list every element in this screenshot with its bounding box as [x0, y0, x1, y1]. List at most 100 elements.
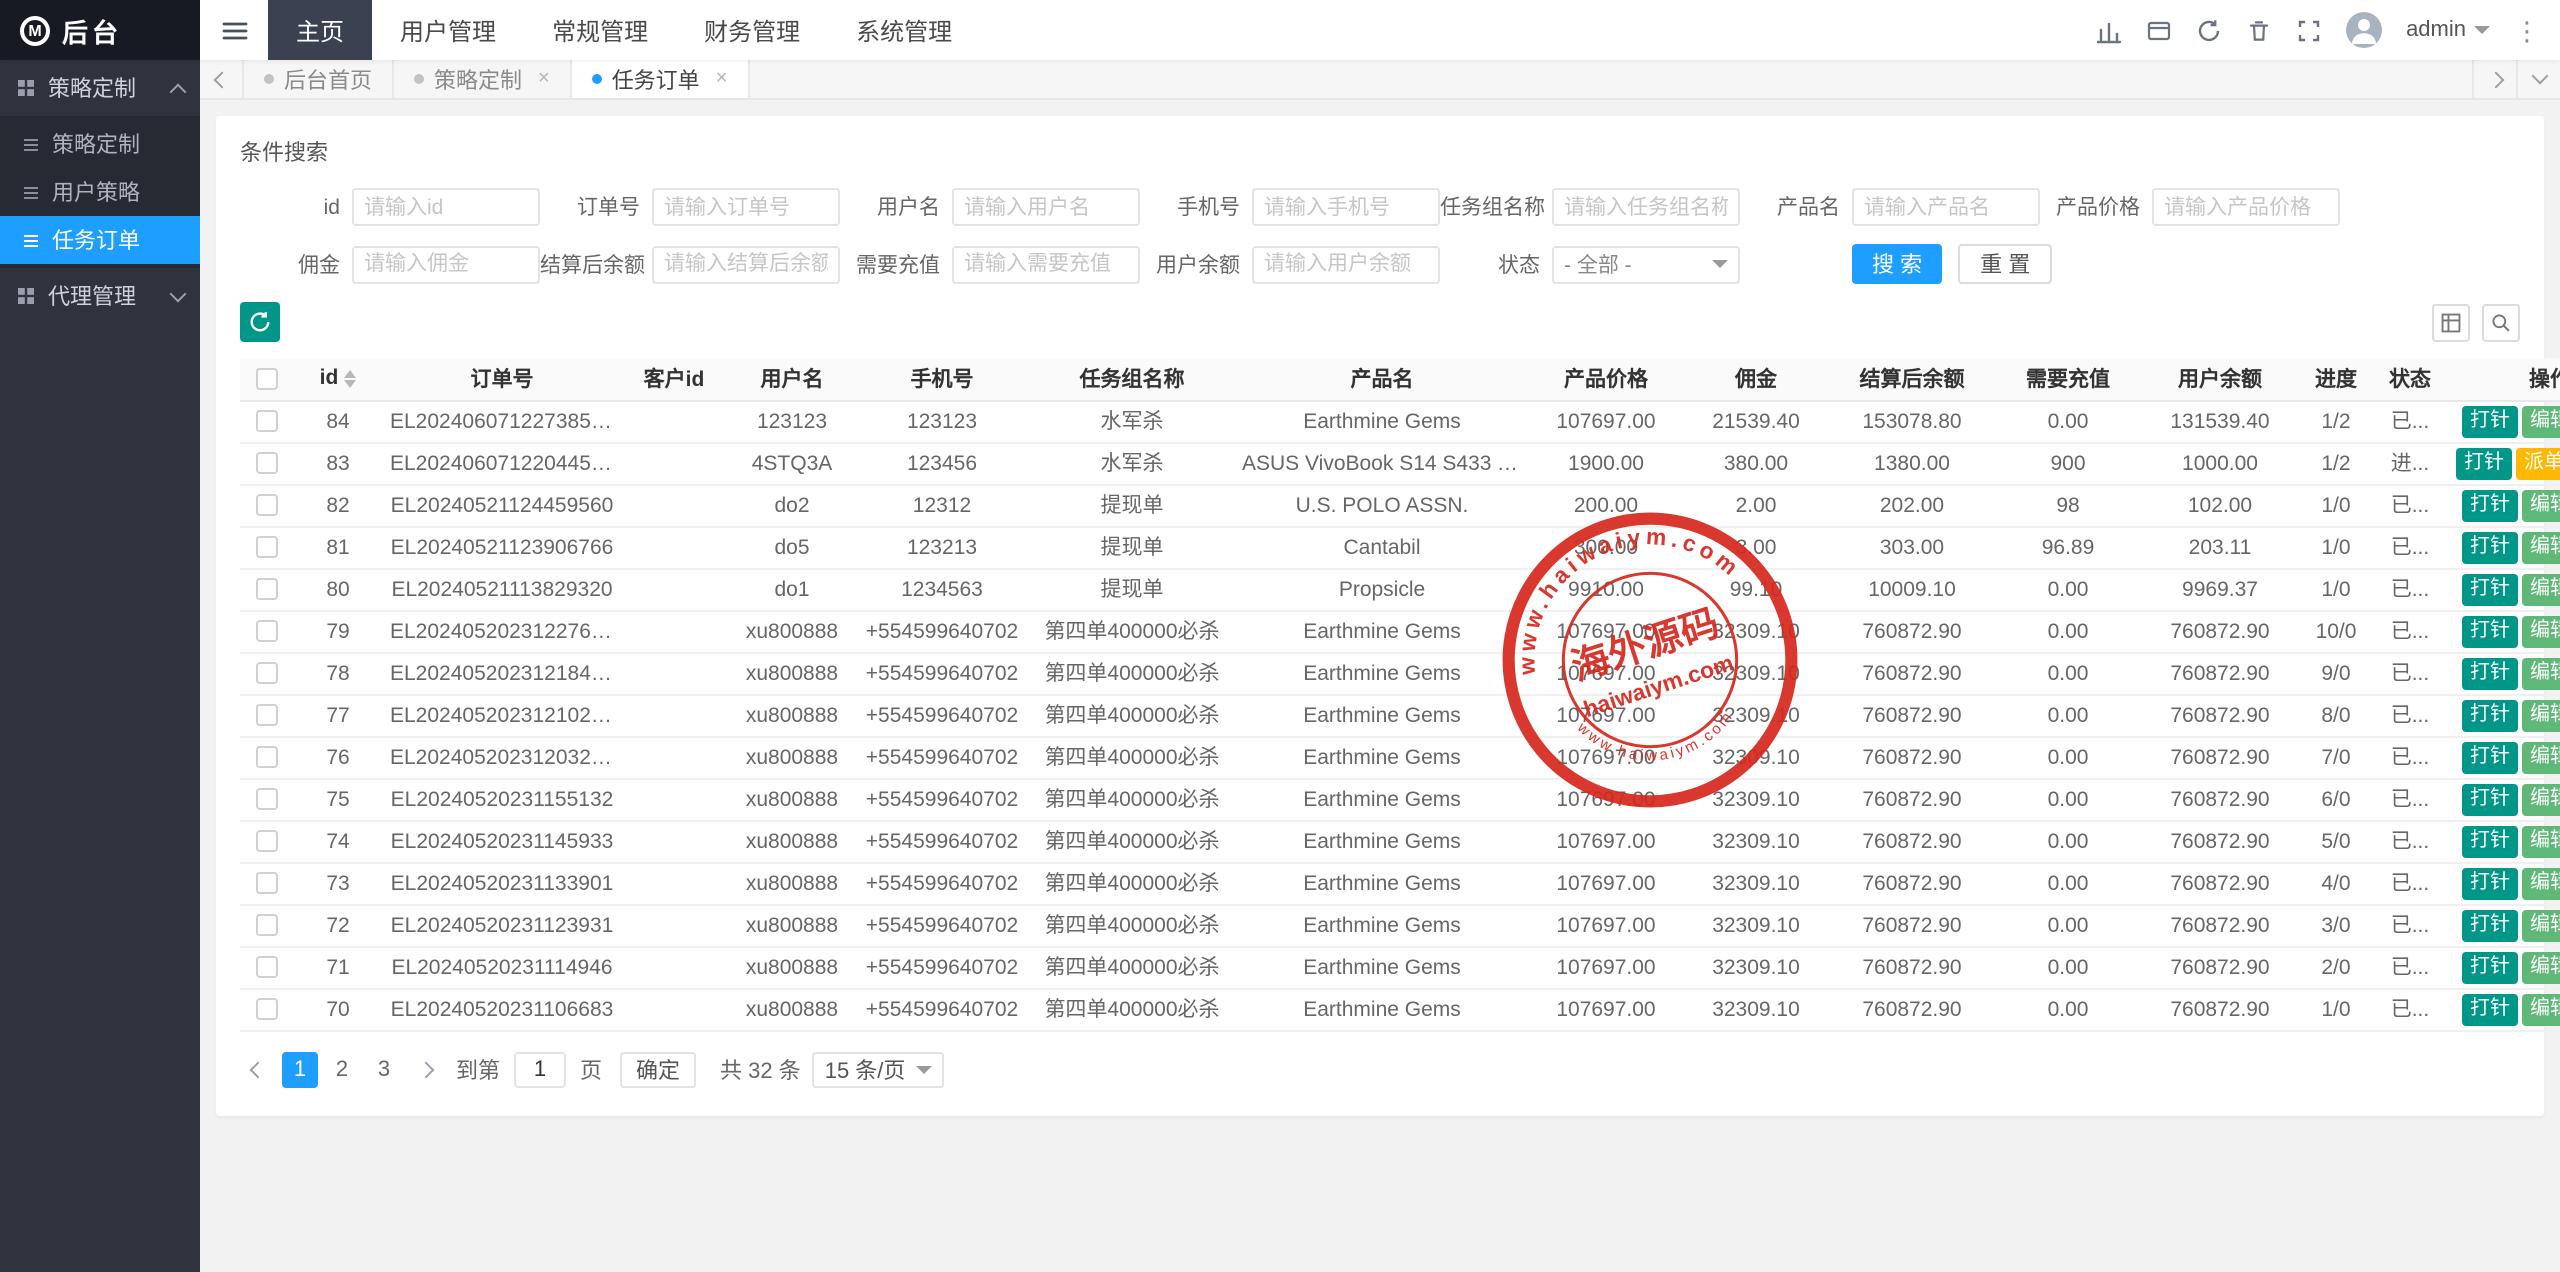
- columns-filter-button[interactable]: [2432, 303, 2470, 341]
- product-price-input[interactable]: [2152, 188, 2340, 226]
- topnav-general-management[interactable]: 常规管理: [524, 0, 676, 60]
- dispatch-button[interactable]: 派单: [2516, 447, 2560, 479]
- topnav-system-management[interactable]: 系统管理: [828, 0, 980, 60]
- edit-button[interactable]: 编辑: [2522, 741, 2560, 773]
- phone-input[interactable]: [1252, 188, 1440, 226]
- topnav-finance-management[interactable]: 财务管理: [676, 0, 828, 60]
- menu-toggle-icon[interactable]: [200, 0, 268, 60]
- page-2-button[interactable]: 2: [324, 1051, 360, 1087]
- row-checkbox[interactable]: [255, 830, 277, 852]
- sidebar-item-strategy-custom[interactable]: 策略定制: [0, 120, 200, 168]
- row-checkbox[interactable]: [255, 788, 277, 810]
- inject-button[interactable]: 打针: [2462, 531, 2518, 563]
- edit-button[interactable]: 编辑: [2522, 489, 2560, 521]
- edit-button[interactable]: 编辑: [2522, 531, 2560, 563]
- row-checkbox[interactable]: [255, 536, 277, 558]
- trash-icon[interactable]: [2246, 17, 2272, 43]
- page-3-button[interactable]: 3: [366, 1051, 402, 1087]
- bar-chart-icon[interactable]: [2096, 17, 2122, 43]
- inject-button[interactable]: 打针: [2462, 699, 2518, 731]
- row-checkbox[interactable]: [255, 452, 277, 474]
- topnav-home[interactable]: 主页: [268, 0, 372, 60]
- inject-button[interactable]: 打针: [2462, 741, 2518, 773]
- row-checkbox[interactable]: [255, 620, 277, 642]
- status-select[interactable]: - 全部 -: [1552, 245, 1740, 283]
- prev-page-button[interactable]: [240, 1051, 276, 1087]
- sidebar-group-agent[interactable]: 代理管理: [0, 268, 200, 324]
- row-checkbox[interactable]: [255, 704, 277, 726]
- page-1-button[interactable]: 1: [282, 1051, 318, 1087]
- refresh-button[interactable]: [240, 302, 280, 342]
- avatar[interactable]: [2346, 12, 2382, 48]
- product-name-input[interactable]: [1852, 188, 2040, 226]
- tabs-scroll-right-button[interactable]: [2472, 60, 2516, 98]
- edit-button[interactable]: 编辑: [2522, 657, 2560, 689]
- column-id[interactable]: id: [292, 358, 384, 400]
- row-checkbox[interactable]: [255, 956, 277, 978]
- goto-page-input[interactable]: [514, 1051, 566, 1087]
- row-checkbox[interactable]: [255, 578, 277, 600]
- need-recharge-input[interactable]: [952, 245, 1140, 283]
- row-checkbox[interactable]: [255, 998, 277, 1020]
- per-page-select[interactable]: 15 条/页: [813, 1051, 944, 1087]
- edit-button[interactable]: 编辑: [2522, 867, 2560, 899]
- topnav-user-management[interactable]: 用户管理: [372, 0, 524, 60]
- reset-button[interactable]: 重 置: [1958, 244, 2052, 284]
- edit-button[interactable]: 编辑: [2522, 405, 2560, 437]
- fullscreen-icon[interactable]: [2296, 17, 2322, 43]
- sidebar-group-strategy[interactable]: 策略定制: [0, 60, 200, 116]
- confirm-button[interactable]: 确定: [620, 1051, 696, 1087]
- user-menu[interactable]: admin: [2406, 18, 2490, 42]
- row-checkbox[interactable]: [255, 746, 277, 768]
- inject-button[interactable]: 打针: [2462, 783, 2518, 815]
- inject-button[interactable]: 打针: [2462, 573, 2518, 605]
- tabs-scroll-left-button[interactable]: [200, 60, 244, 98]
- user-balance-input[interactable]: [1252, 245, 1440, 283]
- close-icon[interactable]: ×: [538, 68, 550, 90]
- row-checkbox[interactable]: [255, 410, 277, 432]
- edit-button[interactable]: 编辑: [2522, 699, 2560, 731]
- edit-button[interactable]: 编辑: [2522, 993, 2560, 1025]
- inject-button[interactable]: 打针: [2462, 867, 2518, 899]
- inject-button[interactable]: 打针: [2462, 615, 2518, 647]
- commission-input[interactable]: [352, 245, 540, 283]
- refresh-icon[interactable]: [2196, 17, 2222, 43]
- tabs-menu-button[interactable]: [2516, 60, 2560, 98]
- close-icon[interactable]: ×: [716, 68, 728, 90]
- edit-button[interactable]: 编辑: [2522, 573, 2560, 605]
- inject-button[interactable]: 打针: [2462, 909, 2518, 941]
- settle-balance-input[interactable]: [652, 245, 840, 283]
- inject-button[interactable]: 打针: [2456, 447, 2512, 479]
- id-input[interactable]: [352, 188, 540, 226]
- row-checkbox[interactable]: [255, 872, 277, 894]
- edit-button[interactable]: 编辑: [2522, 615, 2560, 647]
- edit-button[interactable]: 编辑: [2522, 951, 2560, 983]
- username-input[interactable]: [952, 188, 1140, 226]
- inject-button[interactable]: 打针: [2462, 405, 2518, 437]
- sort-icon[interactable]: [344, 370, 356, 388]
- select-all-checkbox[interactable]: [255, 368, 277, 390]
- sidebar-item-task-orders[interactable]: 任务订单: [0, 216, 200, 264]
- card-icon[interactable]: [2146, 17, 2172, 43]
- tab-strategy[interactable]: 策略定制 ×: [394, 60, 572, 98]
- row-checkbox[interactable]: [255, 914, 277, 936]
- row-checkbox[interactable]: [255, 662, 277, 684]
- inject-button[interactable]: 打针: [2462, 489, 2518, 521]
- edit-button[interactable]: 编辑: [2522, 825, 2560, 857]
- inject-button[interactable]: 打针: [2462, 993, 2518, 1025]
- next-page-button[interactable]: [408, 1051, 444, 1087]
- more-options-icon[interactable]: ⋮: [2514, 17, 2540, 43]
- task-group-input[interactable]: [1552, 188, 1740, 226]
- row-checkbox[interactable]: [255, 494, 277, 516]
- sidebar-item-user-strategy[interactable]: 用户策略: [0, 168, 200, 216]
- search-button[interactable]: 搜 索: [1852, 244, 1942, 284]
- inject-button[interactable]: 打针: [2462, 825, 2518, 857]
- inject-button[interactable]: 打针: [2462, 657, 2518, 689]
- edit-button[interactable]: 编辑: [2522, 783, 2560, 815]
- inject-button[interactable]: 打针: [2462, 951, 2518, 983]
- search-toggle-button[interactable]: [2482, 303, 2520, 341]
- order-no-input[interactable]: [652, 188, 840, 226]
- edit-button[interactable]: 编辑: [2522, 909, 2560, 941]
- tab-task-orders[interactable]: 任务订单 ×: [572, 60, 750, 98]
- tab-home[interactable]: 后台首页: [244, 60, 394, 98]
